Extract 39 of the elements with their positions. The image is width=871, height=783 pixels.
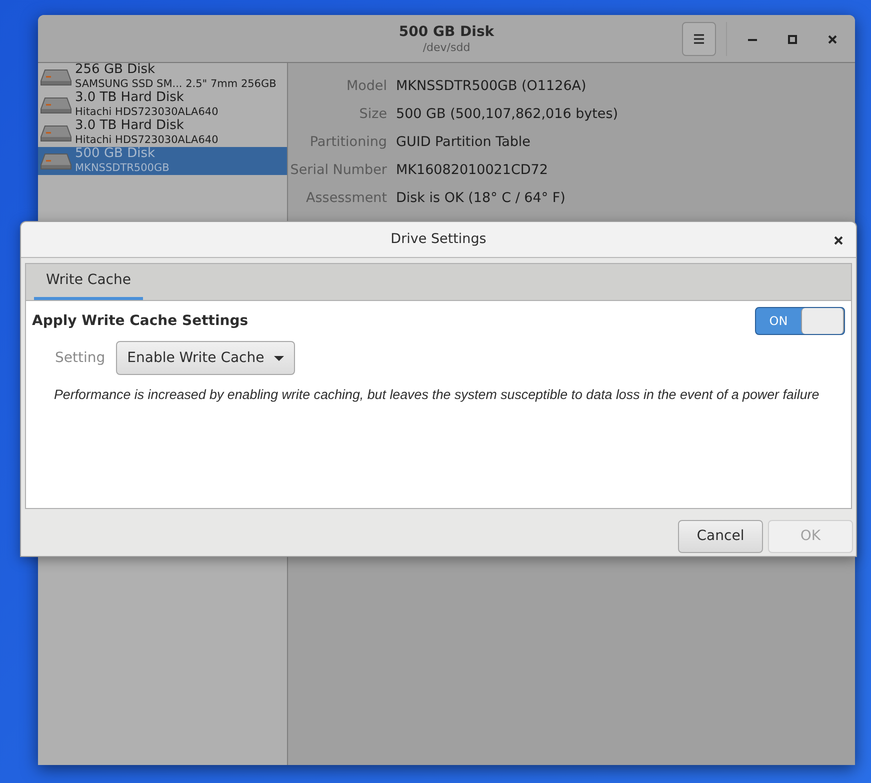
drive-name: 3.0 TB Hard Disk [75, 91, 185, 105]
drive-name: 3.0 TB Hard Disk [75, 119, 185, 133]
section-heading: Apply Write Cache Settings [32, 312, 248, 330]
minimize-icon [748, 38, 756, 40]
tab[interactable]: Write Cache [34, 264, 143, 300]
drive-item[interactable]: 3.0 TB Hard Disk Hitachi HDS723030ALA640 [38, 91, 287, 119]
menu-icon [694, 34, 704, 44]
drive-detail: MKNSSDTR500GB [75, 161, 170, 175]
property-label: Partitioning [308, 132, 387, 152]
menu-button[interactable] [682, 22, 716, 56]
drive-detail: SAMSUNG SSD SM... 2.5" 7mm 256GB [75, 77, 276, 91]
property-value: 500 GB (500,107,862,016 bytes) [396, 104, 618, 124]
switch-label: ON [768, 313, 789, 330]
drive-detail: Hitachi HDS723030ALA640 [75, 133, 218, 147]
property-label: Serial Number [289, 160, 387, 180]
property-value: MKNSSDTR500GB (O1126A) [396, 76, 586, 96]
property-value: GUID Partition Table [396, 132, 530, 152]
window-title: 500 GB Disk [398, 22, 494, 40]
maximize-icon [788, 34, 796, 44]
property-value: MK16082010021CD72 [396, 160, 548, 180]
switch-knob [801, 308, 844, 334]
property-label: Assessment [305, 188, 387, 208]
setting-dropdown[interactable]: Enable Write Cache [116, 341, 296, 375]
setting-label: Setting [55, 348, 106, 368]
dialog-button[interactable]: Cancel [678, 520, 763, 553]
close-icon [834, 236, 842, 244]
drive-name: 500 GB Disk [75, 147, 156, 161]
property-value: Disk is OK (18° C / 64° F) [396, 188, 566, 208]
property-label: Model [345, 76, 387, 96]
window-subtitle: /dev/sdd [422, 40, 470, 54]
drive-detail: Hitachi HDS723030ALA640 [75, 105, 218, 119]
close-icon [828, 34, 836, 44]
drive-name: 256 GB Disk [75, 63, 156, 77]
description: Performance is increased by enabling write caching, but leaves the system susceptible to data loss in the event of a power failure [54, 386, 820, 404]
dialog-title: Drive Settings [390, 230, 486, 250]
property-label: Size [358, 104, 387, 124]
dropdown-arrow-icon [274, 356, 284, 360]
drive-item[interactable]: 256 GB Disk SAMSUNG SSD SM... 2.5" 7mm 256GB [38, 63, 287, 91]
drive-item[interactable]: 3.0 TB Hard Disk Hitachi HDS723030ALA640 [38, 119, 287, 147]
